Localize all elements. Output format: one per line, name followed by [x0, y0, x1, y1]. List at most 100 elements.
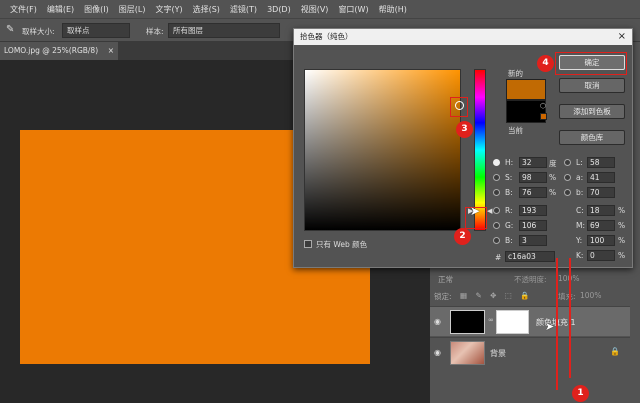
eyedropper-icon[interactable]: ✎	[6, 24, 18, 36]
input-b-hsb[interactable]: 76	[519, 187, 547, 198]
input-g[interactable]: 106	[519, 220, 547, 231]
eye-icon[interactable]: ◉	[434, 317, 443, 326]
label-b-lab: b:	[576, 188, 584, 197]
unit-b-hsb: %	[549, 188, 557, 197]
label-r: R:	[505, 206, 513, 215]
input-b-lab[interactable]: 70	[587, 187, 615, 198]
input-r[interactable]: 193	[519, 205, 547, 216]
layer-thumbnail	[450, 341, 485, 365]
lock-label: 锁定:	[434, 292, 452, 301]
radio-a[interactable]	[564, 174, 571, 181]
input-c[interactable]: 18	[587, 205, 615, 216]
menu-3d[interactable]: 3D(D)	[267, 5, 291, 14]
input-s[interactable]: 98	[519, 172, 547, 183]
radio-b-lab[interactable]	[564, 189, 571, 196]
document-tab-title: LOMO.jpg @ 25%(RGB/8)	[4, 46, 99, 55]
opacity-label: 不透明度:	[514, 275, 547, 284]
hex-label: #	[495, 253, 502, 262]
menu-filter[interactable]: 滤镜(T)	[230, 4, 257, 15]
radio-g[interactable]	[493, 222, 500, 229]
menu-select[interactable]: 选择(S)	[193, 4, 220, 15]
sample-size-select[interactable]: 取样点	[62, 23, 130, 38]
hue-slider-handle-right-icon[interactable]: ◀	[487, 207, 492, 215]
dialog-title: 拾色器（纯色）	[300, 32, 353, 41]
radio-s[interactable]	[493, 174, 500, 181]
only-web-colors-checkbox[interactable]	[304, 240, 312, 248]
mouse-cursor-icon: ➤	[470, 204, 481, 218]
annotation-badge-4: 4	[537, 55, 554, 72]
menu-bar: 文件(F) 编辑(E) 图像(I) 图层(L) 文字(Y) 选择(S) 滤镜(T…	[0, 0, 640, 18]
radio-r[interactable]	[493, 207, 500, 214]
web-safe-cube-icon[interactable]: ⬡	[540, 102, 546, 110]
label-k: K:	[576, 251, 584, 260]
input-y[interactable]: 100	[587, 235, 615, 246]
unit-k: %	[618, 251, 626, 260]
label-m: M:	[576, 221, 585, 230]
menu-window[interactable]: 窗口(W)	[338, 4, 368, 15]
menu-view[interactable]: 视图(V)	[301, 4, 329, 15]
layer-thumbnail	[450, 310, 485, 334]
unit-h: 度	[549, 159, 557, 168]
layer-name: 背景	[490, 349, 506, 358]
annotation-badge-1: 1	[572, 385, 589, 402]
fill-value[interactable]: 100%	[580, 291, 601, 300]
label-h: H:	[505, 158, 514, 167]
blend-mode-select[interactable]: 正常	[438, 274, 453, 285]
menu-file[interactable]: 文件(F)	[10, 4, 37, 15]
document-tab[interactable]: LOMO.jpg @ 25%(RGB/8) ×	[0, 42, 118, 60]
lock-icons[interactable]: ▦ ✎ ✥ ⬚ 🔒	[460, 291, 533, 300]
label-g: G:	[505, 221, 514, 230]
input-l[interactable]: 58	[587, 157, 615, 168]
annotation-badge-2: 2	[454, 228, 471, 245]
layer-mask-thumbnail	[496, 310, 529, 334]
unit-y: %	[618, 236, 626, 245]
only-web-colors-label: 只有 Web 颜色	[316, 240, 368, 249]
annotation-box-cursor	[450, 97, 468, 117]
menu-edit[interactable]: 编辑(E)	[47, 4, 74, 15]
sample-select[interactable]: 所有图层	[168, 23, 280, 38]
unit-m: %	[618, 221, 626, 230]
eye-icon[interactable]: ◉	[434, 348, 443, 357]
close-icon[interactable]: ×	[618, 29, 626, 45]
cancel-button[interactable]: 取消	[559, 78, 625, 93]
layer-row-background[interactable]: ◉ 背景 🔒	[430, 337, 630, 367]
color-libraries-button[interactable]: 颜色库	[559, 130, 625, 145]
sample-size-label: 取样大小:	[22, 27, 55, 36]
saturation-brightness-field[interactable]	[304, 69, 464, 231]
menu-help[interactable]: 帮助(H)	[379, 4, 407, 15]
label-c: C:	[576, 206, 584, 215]
close-icon[interactable]: ×	[108, 42, 114, 60]
new-color-label: 新的	[508, 69, 523, 78]
menu-type[interactable]: 文字(Y)	[155, 4, 182, 15]
new-color-swatch	[506, 79, 546, 100]
unit-s: %	[549, 173, 557, 182]
dialog-title-bar: 拾色器（纯色） ×	[294, 29, 632, 45]
annotation-box-ok	[555, 52, 627, 75]
menu-layer[interactable]: 图层(L)	[119, 4, 146, 15]
input-b-rgb[interactable]: 3	[519, 235, 547, 246]
label-y: Y:	[576, 236, 583, 245]
link-icon: ∞	[488, 316, 494, 324]
input-m[interactable]: 69	[587, 220, 615, 231]
web-safe-swatch[interactable]	[540, 113, 547, 120]
label-b-rgb: B:	[505, 236, 513, 245]
radio-b-rgb[interactable]	[493, 237, 500, 244]
radio-b-hsb[interactable]	[493, 189, 500, 196]
input-k[interactable]: 0	[587, 250, 615, 261]
current-color-label: 当前	[508, 126, 523, 135]
annotation-line-1b	[569, 258, 571, 378]
add-to-swatches-button[interactable]: 添加到色板	[559, 104, 625, 119]
radio-l[interactable]	[564, 159, 571, 166]
input-a[interactable]: 41	[587, 172, 615, 183]
menu-image[interactable]: 图像(I)	[84, 4, 109, 15]
label-s: S:	[505, 173, 513, 182]
annotation-badge-3: 3	[456, 121, 473, 138]
radio-h[interactable]	[493, 159, 500, 166]
layer-row-color-fill[interactable]: ◉ ∞ 颜色填充 1	[430, 306, 630, 336]
hex-input[interactable]: c16a03	[505, 251, 555, 262]
input-h[interactable]: 32	[519, 157, 547, 168]
label-b-hsb: B:	[505, 188, 513, 197]
unit-c: %	[618, 206, 626, 215]
label-l: L:	[576, 158, 583, 167]
layers-panel: 正常 不透明度: 100% 锁定: ▦ ✎ ✥ ⬚ 🔒 填充: 100% ◉ ∞…	[430, 270, 630, 403]
